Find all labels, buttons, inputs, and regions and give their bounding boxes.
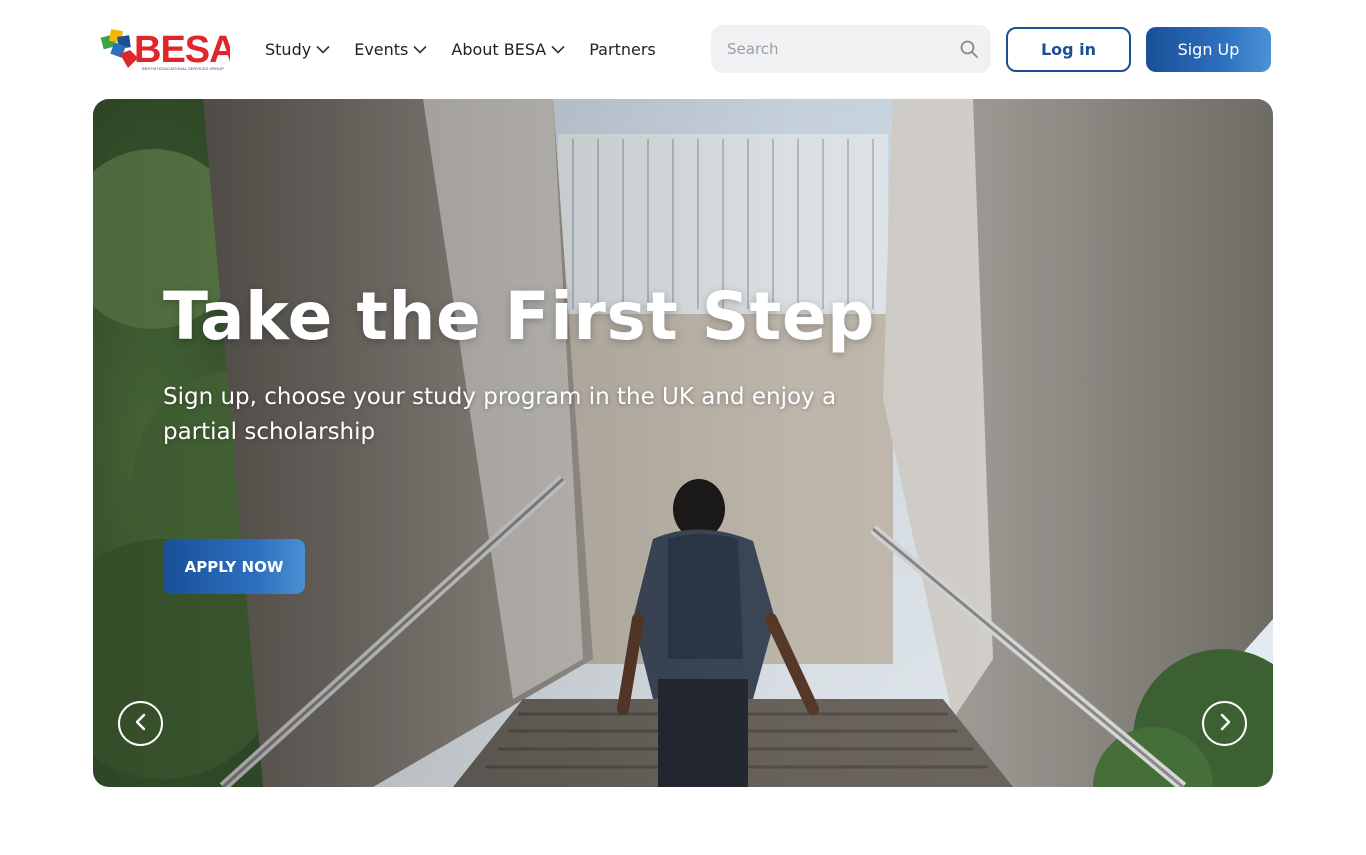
chevron-right-icon: [1218, 713, 1232, 735]
main-nav: Study Events About BESA Partners: [265, 37, 680, 61]
nav-item-label: Events: [354, 39, 409, 59]
search-bar: [711, 25, 991, 73]
apply-now-button[interactable]: APPLY NOW: [163, 539, 305, 594]
search-input[interactable]: [711, 40, 941, 58]
nav-item-label: About BESA: [451, 39, 547, 59]
carousel-prev-button[interactable]: [118, 701, 163, 746]
chevron-down-icon: [413, 45, 427, 54]
nav-item-study[interactable]: Study: [265, 40, 330, 59]
svg-text:BRITISH EDUCATIONAL SERVICES G: BRITISH EDUCATIONAL SERVICES GROUP: [142, 66, 224, 71]
chevron-down-icon: [551, 45, 565, 54]
hero-title: Take the First Step: [163, 278, 875, 355]
chevron-left-icon: [134, 713, 148, 735]
search-icon[interactable]: [959, 39, 979, 63]
nav-item-events[interactable]: Events: [354, 40, 427, 59]
chevron-down-icon: [316, 45, 330, 54]
site-header: BESA BRITISH EDUCATIONAL SERVICES GROUP …: [0, 0, 1366, 98]
besa-logo[interactable]: BESA BRITISH EDUCATIONAL SERVICES GROUP: [98, 26, 230, 72]
carousel-next-button[interactable]: [1202, 701, 1247, 746]
hero-carousel: Take the First Step Sign up, choose your…: [93, 99, 1273, 787]
hero-subtitle: Sign up, choose your study program in th…: [163, 384, 837, 445]
signup-button[interactable]: Sign Up: [1146, 27, 1271, 72]
nav-item-partners[interactable]: Partners: [589, 40, 655, 59]
nav-item-about-besa[interactable]: About BESA: [451, 40, 565, 59]
nav-item-label: Study: [265, 39, 312, 59]
svg-text:BESA: BESA: [134, 29, 230, 71]
login-button[interactable]: Log in: [1006, 27, 1131, 72]
nav-item-label: Partners: [589, 39, 656, 59]
